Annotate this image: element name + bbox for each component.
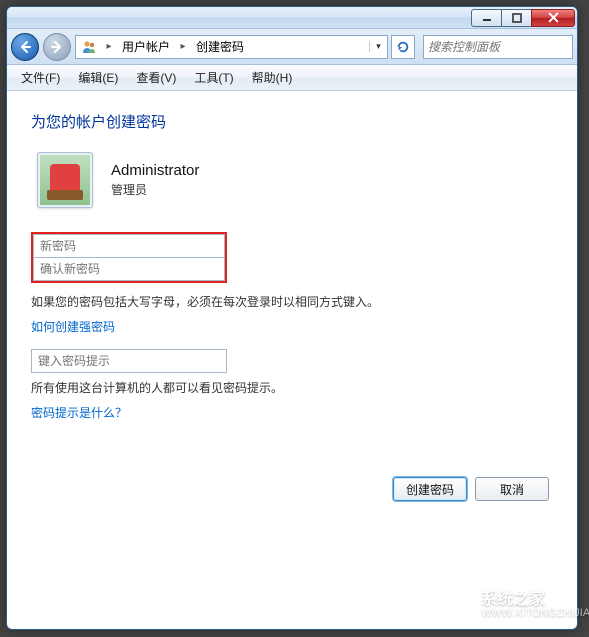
user-accounts-icon bbox=[80, 38, 98, 56]
confirm-password-field[interactable] bbox=[33, 257, 225, 281]
menu-edit[interactable]: 编辑(E) bbox=[70, 66, 126, 89]
cancel-button[interactable]: 取消 bbox=[475, 477, 549, 501]
breadcrumb-separator-icon: ▸ bbox=[176, 36, 190, 58]
search-input[interactable] bbox=[428, 40, 578, 54]
avatar-image bbox=[40, 155, 90, 205]
strong-password-link[interactable]: 如何创建强密码 bbox=[31, 318, 553, 335]
user-role-label: 管理员 bbox=[111, 181, 199, 198]
action-buttons-row: 创建密码 取消 bbox=[31, 477, 553, 501]
close-button[interactable] bbox=[531, 9, 575, 27]
address-breadcrumb[interactable]: ▸ 用户帐户 ▸ 创建密码 ▾ bbox=[75, 35, 388, 59]
maximize-button[interactable] bbox=[501, 9, 531, 27]
breadcrumb-separator-icon: ▸ bbox=[102, 36, 116, 58]
user-avatar bbox=[37, 152, 93, 208]
refresh-icon bbox=[396, 40, 410, 54]
search-box[interactable] bbox=[423, 35, 573, 59]
page-title: 为您的帐户创建密码 bbox=[31, 111, 553, 132]
user-name-label: Administrator bbox=[111, 162, 199, 179]
title-bar bbox=[7, 7, 577, 29]
navigation-bar: ▸ 用户帐户 ▸ 创建密码 ▾ bbox=[7, 29, 577, 65]
password-input-group-highlighted bbox=[31, 232, 227, 283]
password-hint-whatis-link[interactable]: 密码提示是什么？ bbox=[31, 404, 553, 421]
menu-file[interactable]: 文件(F) bbox=[13, 66, 68, 89]
menu-view[interactable]: 查看(V) bbox=[128, 66, 184, 89]
menu-bar: 文件(F) 编辑(E) 查看(V) 工具(T) 帮助(H) bbox=[7, 65, 577, 91]
new-password-field[interactable] bbox=[33, 234, 225, 258]
caps-warning-text: 如果您的密码包括大写字母，必须在每次登录时以相同方式键入。 bbox=[31, 293, 553, 312]
minimize-button[interactable] bbox=[471, 9, 501, 27]
hint-visibility-warning: 所有使用这台计算机的人都可以看见密码提示。 bbox=[31, 379, 553, 398]
menu-tools[interactable]: 工具(T) bbox=[186, 66, 241, 89]
create-password-button[interactable]: 创建密码 bbox=[393, 477, 467, 501]
minimize-icon bbox=[482, 13, 492, 23]
user-info-block: Administrator 管理员 bbox=[31, 152, 553, 208]
content-area: 为您的帐户创建密码 Administrator 管理员 如果您的密码包括大写字母… bbox=[7, 91, 577, 521]
password-hint-field[interactable] bbox=[31, 349, 227, 373]
control-panel-window: ▸ 用户帐户 ▸ 创建密码 ▾ 文件(F) 编辑(E) 查看(V) 工具(T) … bbox=[6, 6, 578, 630]
forward-arrow-icon bbox=[50, 40, 64, 54]
address-dropdown-button[interactable]: ▾ bbox=[369, 41, 387, 52]
forward-button[interactable] bbox=[43, 33, 71, 61]
menu-help[interactable]: 帮助(H) bbox=[244, 66, 301, 89]
back-button[interactable] bbox=[11, 33, 39, 61]
close-icon bbox=[548, 12, 559, 23]
refresh-button[interactable] bbox=[391, 35, 415, 59]
breadcrumb-segment[interactable]: 用户帐户 bbox=[116, 36, 176, 58]
breadcrumb-segment[interactable]: 创建密码 bbox=[190, 36, 250, 58]
maximize-icon bbox=[512, 13, 522, 23]
back-arrow-icon bbox=[18, 40, 32, 54]
